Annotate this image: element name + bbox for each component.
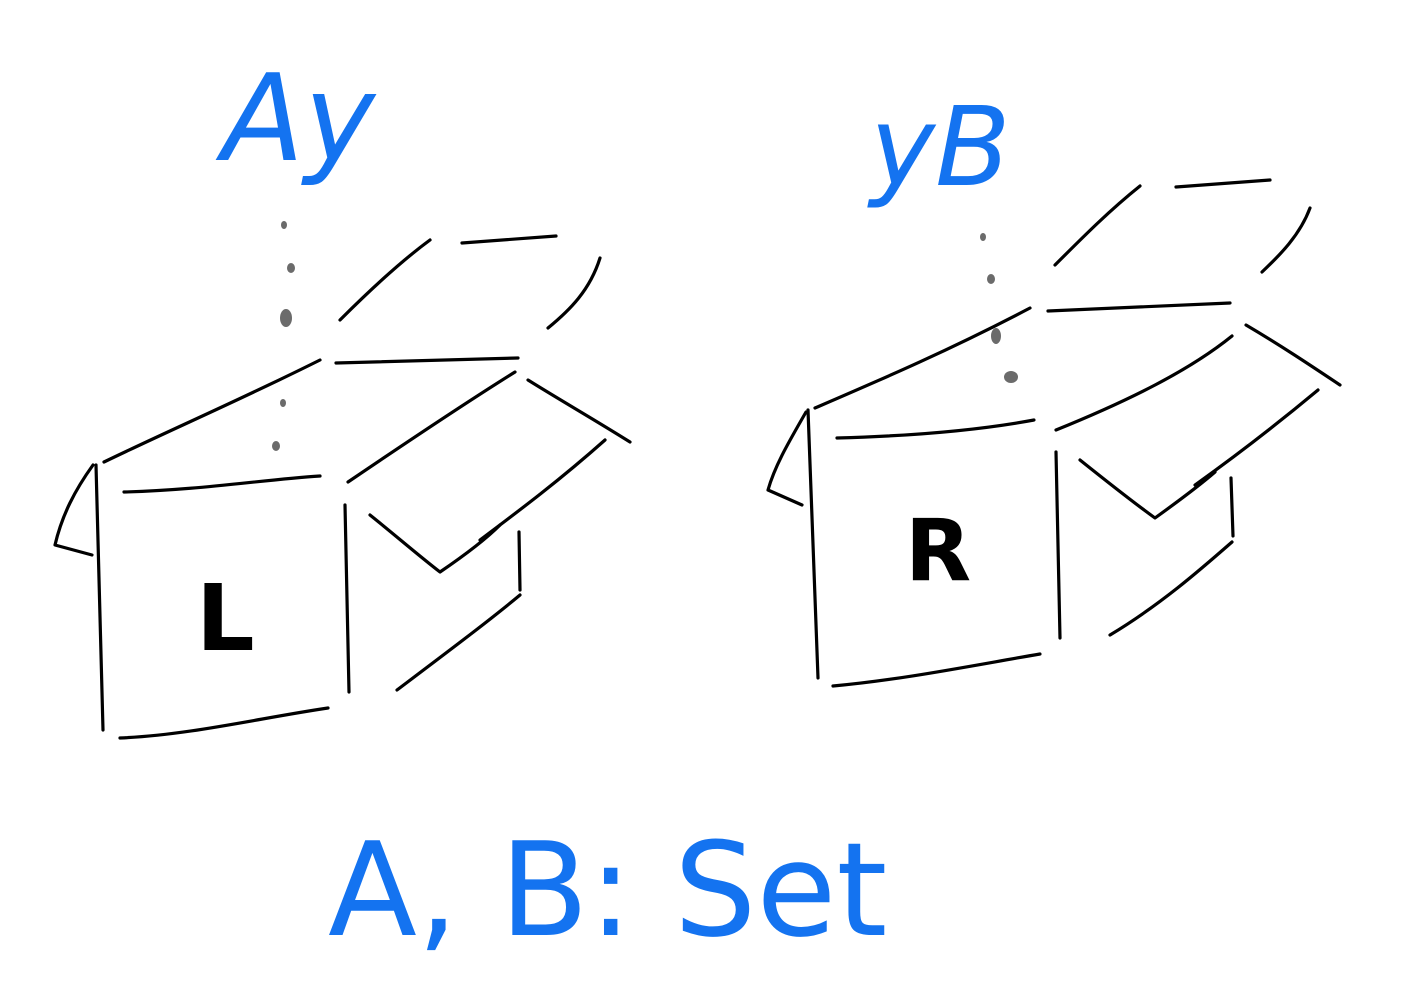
left-box-front-left-edge: [94, 463, 105, 732]
right-box-front-top-edge: [835, 418, 1036, 440]
left-box-back-flap-left: [338, 238, 432, 322]
left-box-right-rim: [346, 370, 517, 484]
right-box-front-left-edge: [806, 408, 820, 680]
left-box: [53, 234, 632, 740]
left-dotted-connector: [272, 221, 295, 451]
right-element-label: yB: [867, 83, 1011, 211]
right-box-side-bottom-edge: [1108, 540, 1234, 637]
left-box-front-right-edge: [343, 503, 351, 694]
right-box-right-flap-fold: [1193, 388, 1320, 487]
left-box-side-back-edge: [517, 530, 522, 592]
left-element-label: Ay: [215, 50, 377, 189]
left-box-front-top-edge: [122, 474, 322, 494]
left-box-back-top-edge: [102, 358, 322, 464]
right-box-left-flap: [766, 410, 808, 507]
diagram-canvas: L R Ay yB A, B: Set: [0, 0, 1404, 1000]
right-box-back-flap-top: [1174, 178, 1272, 189]
left-box-back-flap-top: [460, 234, 558, 245]
caption-label: A, B: Set: [328, 814, 887, 966]
right-box-label: R: [905, 501, 971, 601]
right-box-back-flap-left: [1053, 184, 1142, 267]
right-box-back-top-edge: [813, 306, 1032, 410]
right-box: [766, 178, 1342, 688]
right-box-side-back-edge: [1229, 476, 1235, 538]
right-dotted-connector: [980, 233, 1018, 383]
left-box-side-bottom-edge: [395, 593, 522, 692]
left-box-right-flap: [526, 378, 632, 444]
left-box-label: L: [196, 565, 255, 672]
right-box-front-right-edge: [1054, 450, 1062, 640]
right-box-right-flap: [1244, 323, 1342, 387]
right-box-right-rim: [1054, 334, 1234, 432]
left-box-back-rim: [334, 356, 520, 365]
left-box-front-flap: [368, 513, 502, 574]
left-box-back-flap-right: [546, 256, 602, 330]
right-box-back-flap-right: [1260, 206, 1312, 274]
diagram-svg: L R Ay yB A, B: Set: [53, 50, 1342, 966]
right-box-front-flap: [1078, 458, 1217, 520]
right-box-front-bottom-edge: [831, 652, 1042, 688]
left-box-front-bottom-edge: [118, 706, 330, 740]
right-box-back-rim: [1046, 301, 1232, 313]
left-box-left-flap: [53, 463, 95, 557]
